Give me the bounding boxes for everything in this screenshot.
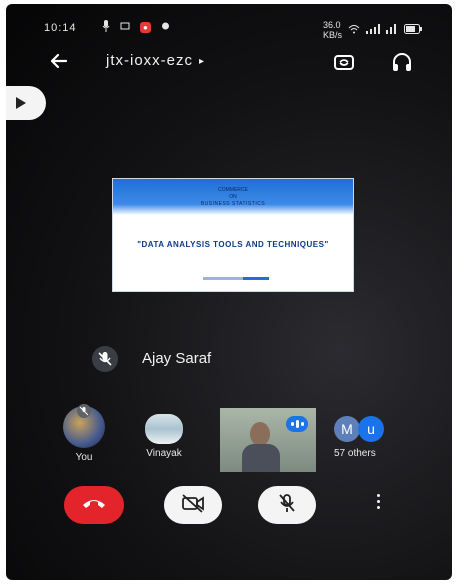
speaker-muted-mic-icon [92,346,118,372]
avatar [63,404,105,448]
avatar: M [334,416,360,442]
end-call-button[interactable] [64,486,124,524]
meeting-code[interactable]: jtx-ioxx-ezc ▸ [106,52,205,69]
screen-cast-icon [120,21,130,34]
camera-toggle-button[interactable] [164,486,222,524]
more-options-icon[interactable] [368,494,388,516]
participant-video-tile[interactable] [220,408,316,472]
camera-off-icon [180,493,206,518]
recording-badge: ● [140,22,151,33]
battery-icon [404,24,422,36]
meeting-code-text: jtx-ioxx-ezc [106,52,194,69]
chat-bubble-icon [161,22,170,34]
others-avatars: M u [334,416,404,442]
back-arrow-icon[interactable] [46,48,72,74]
meet-screen: 10:14 ● 36.0 KB/s jtx-ioxx-ezc ▸ COMMERC… [6,4,452,580]
network-speed: 36.0 KB/s [322,20,342,40]
avatar: u [358,416,384,442]
meeting-header: jtx-ioxx-ezc ▸ [6,48,452,78]
end-call-icon [80,495,108,516]
mic-status-icon [102,20,110,35]
microphone-off-icon [276,492,298,519]
muted-mic-icon [77,404,91,418]
presentation-slide: COMMERCE ON BUSINESS STATISTICS "DATA AN… [112,178,354,292]
participant-label-you: You [75,452,93,463]
participant-you[interactable]: You [58,404,110,463]
speaking-indicator-icon [286,416,308,432]
status-icons-left: ● [102,20,170,35]
speaker-name: Ajay Saraf [142,350,212,367]
signal-icon-2 [386,24,398,36]
video-person-body [242,444,280,472]
participant-vinayak[interactable]: Vinayak [132,414,196,459]
switch-camera-icon[interactable] [332,50,356,74]
status-bar: 10:14 ● 36.0 KB/s [6,4,452,40]
slide-banner: COMMERCE ON BUSINESS STATISTICS [113,179,353,215]
microphone-toggle-button[interactable] [258,486,316,524]
others-count-label: 57 others [334,448,376,459]
other-participants[interactable]: M u 57 others [334,416,404,459]
wifi-icon [348,24,360,36]
slide-banner-line2: ON [229,194,237,200]
meeting-code-arrow-icon: ▸ [199,55,206,67]
status-time: 10:14 [44,22,77,34]
video-person-head [250,422,270,446]
headphones-icon[interactable] [390,50,414,74]
signal-icon [366,24,380,36]
status-icons-right: 36.0 KB/s [323,20,422,40]
participant-label-vinayak: Vinayak [146,448,182,459]
slide-divider-accent [243,277,269,280]
side-panel-tab[interactable] [6,86,46,120]
slide-banner-line3: BUSINESS STATISTICS [200,201,266,207]
slide-title: "DATA ANALYSIS TOOLS AND TECHNIQUES" [137,240,329,249]
slide-banner-line1: COMMERCE [218,187,248,193]
avatar [145,414,183,444]
